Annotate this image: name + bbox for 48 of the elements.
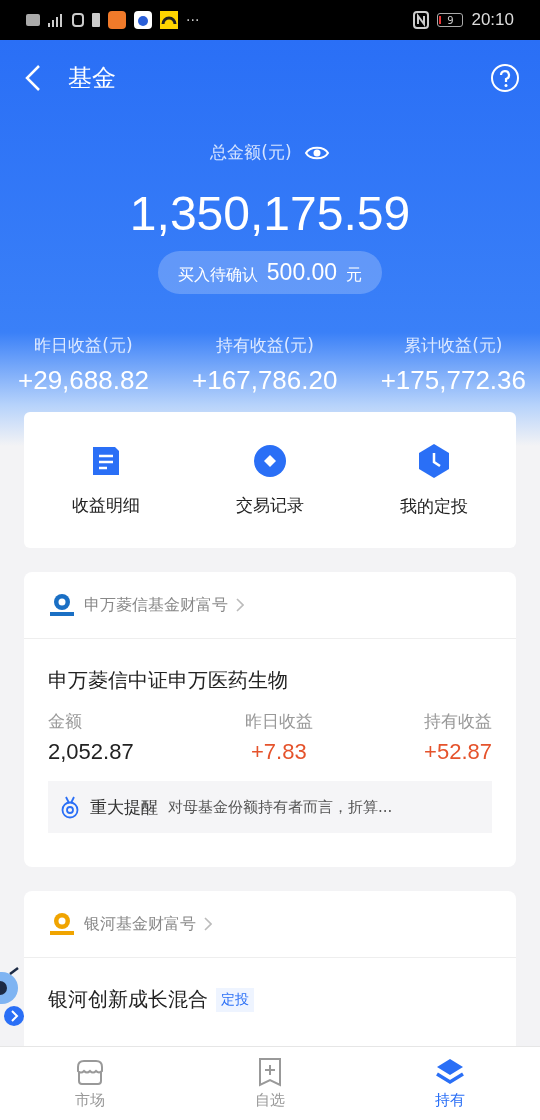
fund-card[interactable]: 申万菱信基金财富号 申万菱信中证申万医药生物 金额 2,052.87 昨日收益 +7.83 持有收益 +52.87 重大提醒 对母基金份额持有者而言，折算... xyxy=(24,572,516,867)
notice-bar[interactable]: 重大提醒 对母基金份额持有者而言，折算... xyxy=(48,781,492,833)
coin-icon[interactable] xyxy=(253,443,287,478)
fund-stat-label: 昨日收益 xyxy=(244,710,313,733)
shop-icon xyxy=(75,1057,105,1087)
notice-text: 对母基金份额持有者而言，折算... xyxy=(168,797,393,817)
stat-label: 持有收益(元) xyxy=(215,334,314,357)
more-indicator: ··· xyxy=(186,12,200,28)
total-amount: 1,350,175.59 xyxy=(128,186,412,241)
chevron-icon xyxy=(204,917,212,931)
provider-link[interactable]: 申万菱信基金财富号 xyxy=(84,594,228,616)
page-title: 基金 xyxy=(68,62,116,94)
fund-stat-label: 金额 xyxy=(48,710,82,733)
total-label: 总金额(元) xyxy=(210,141,292,164)
fund-stat-value: 2,052.87 xyxy=(48,739,134,765)
back-icon[interactable] xyxy=(24,63,42,92)
stat-label: 昨日收益(元) xyxy=(34,334,133,357)
action-label[interactable]: 交易记录 xyxy=(236,493,304,517)
stat-value: +175,772.36 xyxy=(380,365,526,396)
nfc-icon xyxy=(413,11,430,29)
layers-icon xyxy=(435,1057,465,1087)
action-label[interactable]: 我的定投 xyxy=(400,494,468,518)
fund-stat-label: 持有收益 xyxy=(424,710,492,733)
action-label[interactable]: 收益明细 xyxy=(72,493,140,517)
hd-icon xyxy=(26,14,40,26)
tab[interactable]: 持有 xyxy=(390,1047,510,1120)
plan-tag: 定投 xyxy=(216,987,254,1012)
stat-label: 累计收益(元) xyxy=(404,334,503,357)
chevron-icon xyxy=(236,598,244,612)
stat-value: +167,786.20 xyxy=(192,365,338,396)
clock-icon[interactable] xyxy=(417,442,451,479)
fund-name: 银河创新成长混合 xyxy=(48,986,208,1013)
notice-title: 重大提醒 xyxy=(90,795,158,819)
provider-link[interactable]: 银河基金财富号 xyxy=(84,913,196,935)
fund-stat-value: +52.87 xyxy=(424,739,492,765)
small-battery-icon xyxy=(92,13,100,27)
status-time: 20:10 xyxy=(471,10,514,30)
fund-name: 申万菱信中证申万医药生物 xyxy=(48,667,288,694)
app-icon xyxy=(160,11,178,29)
app-icon xyxy=(108,11,126,29)
fund-stat-value: +7.83 xyxy=(250,739,307,765)
help-icon[interactable] xyxy=(490,62,520,93)
stat-value: +29,688.82 xyxy=(18,365,149,396)
bookmark-plus-icon xyxy=(256,1057,284,1087)
medal-icon xyxy=(60,795,80,819)
signal-icon xyxy=(48,13,64,27)
fund-card[interactable]: 银河基金财富号 银河创新成长混合 定投 xyxy=(24,891,516,1046)
battery-indicator: 9 xyxy=(437,13,464,27)
